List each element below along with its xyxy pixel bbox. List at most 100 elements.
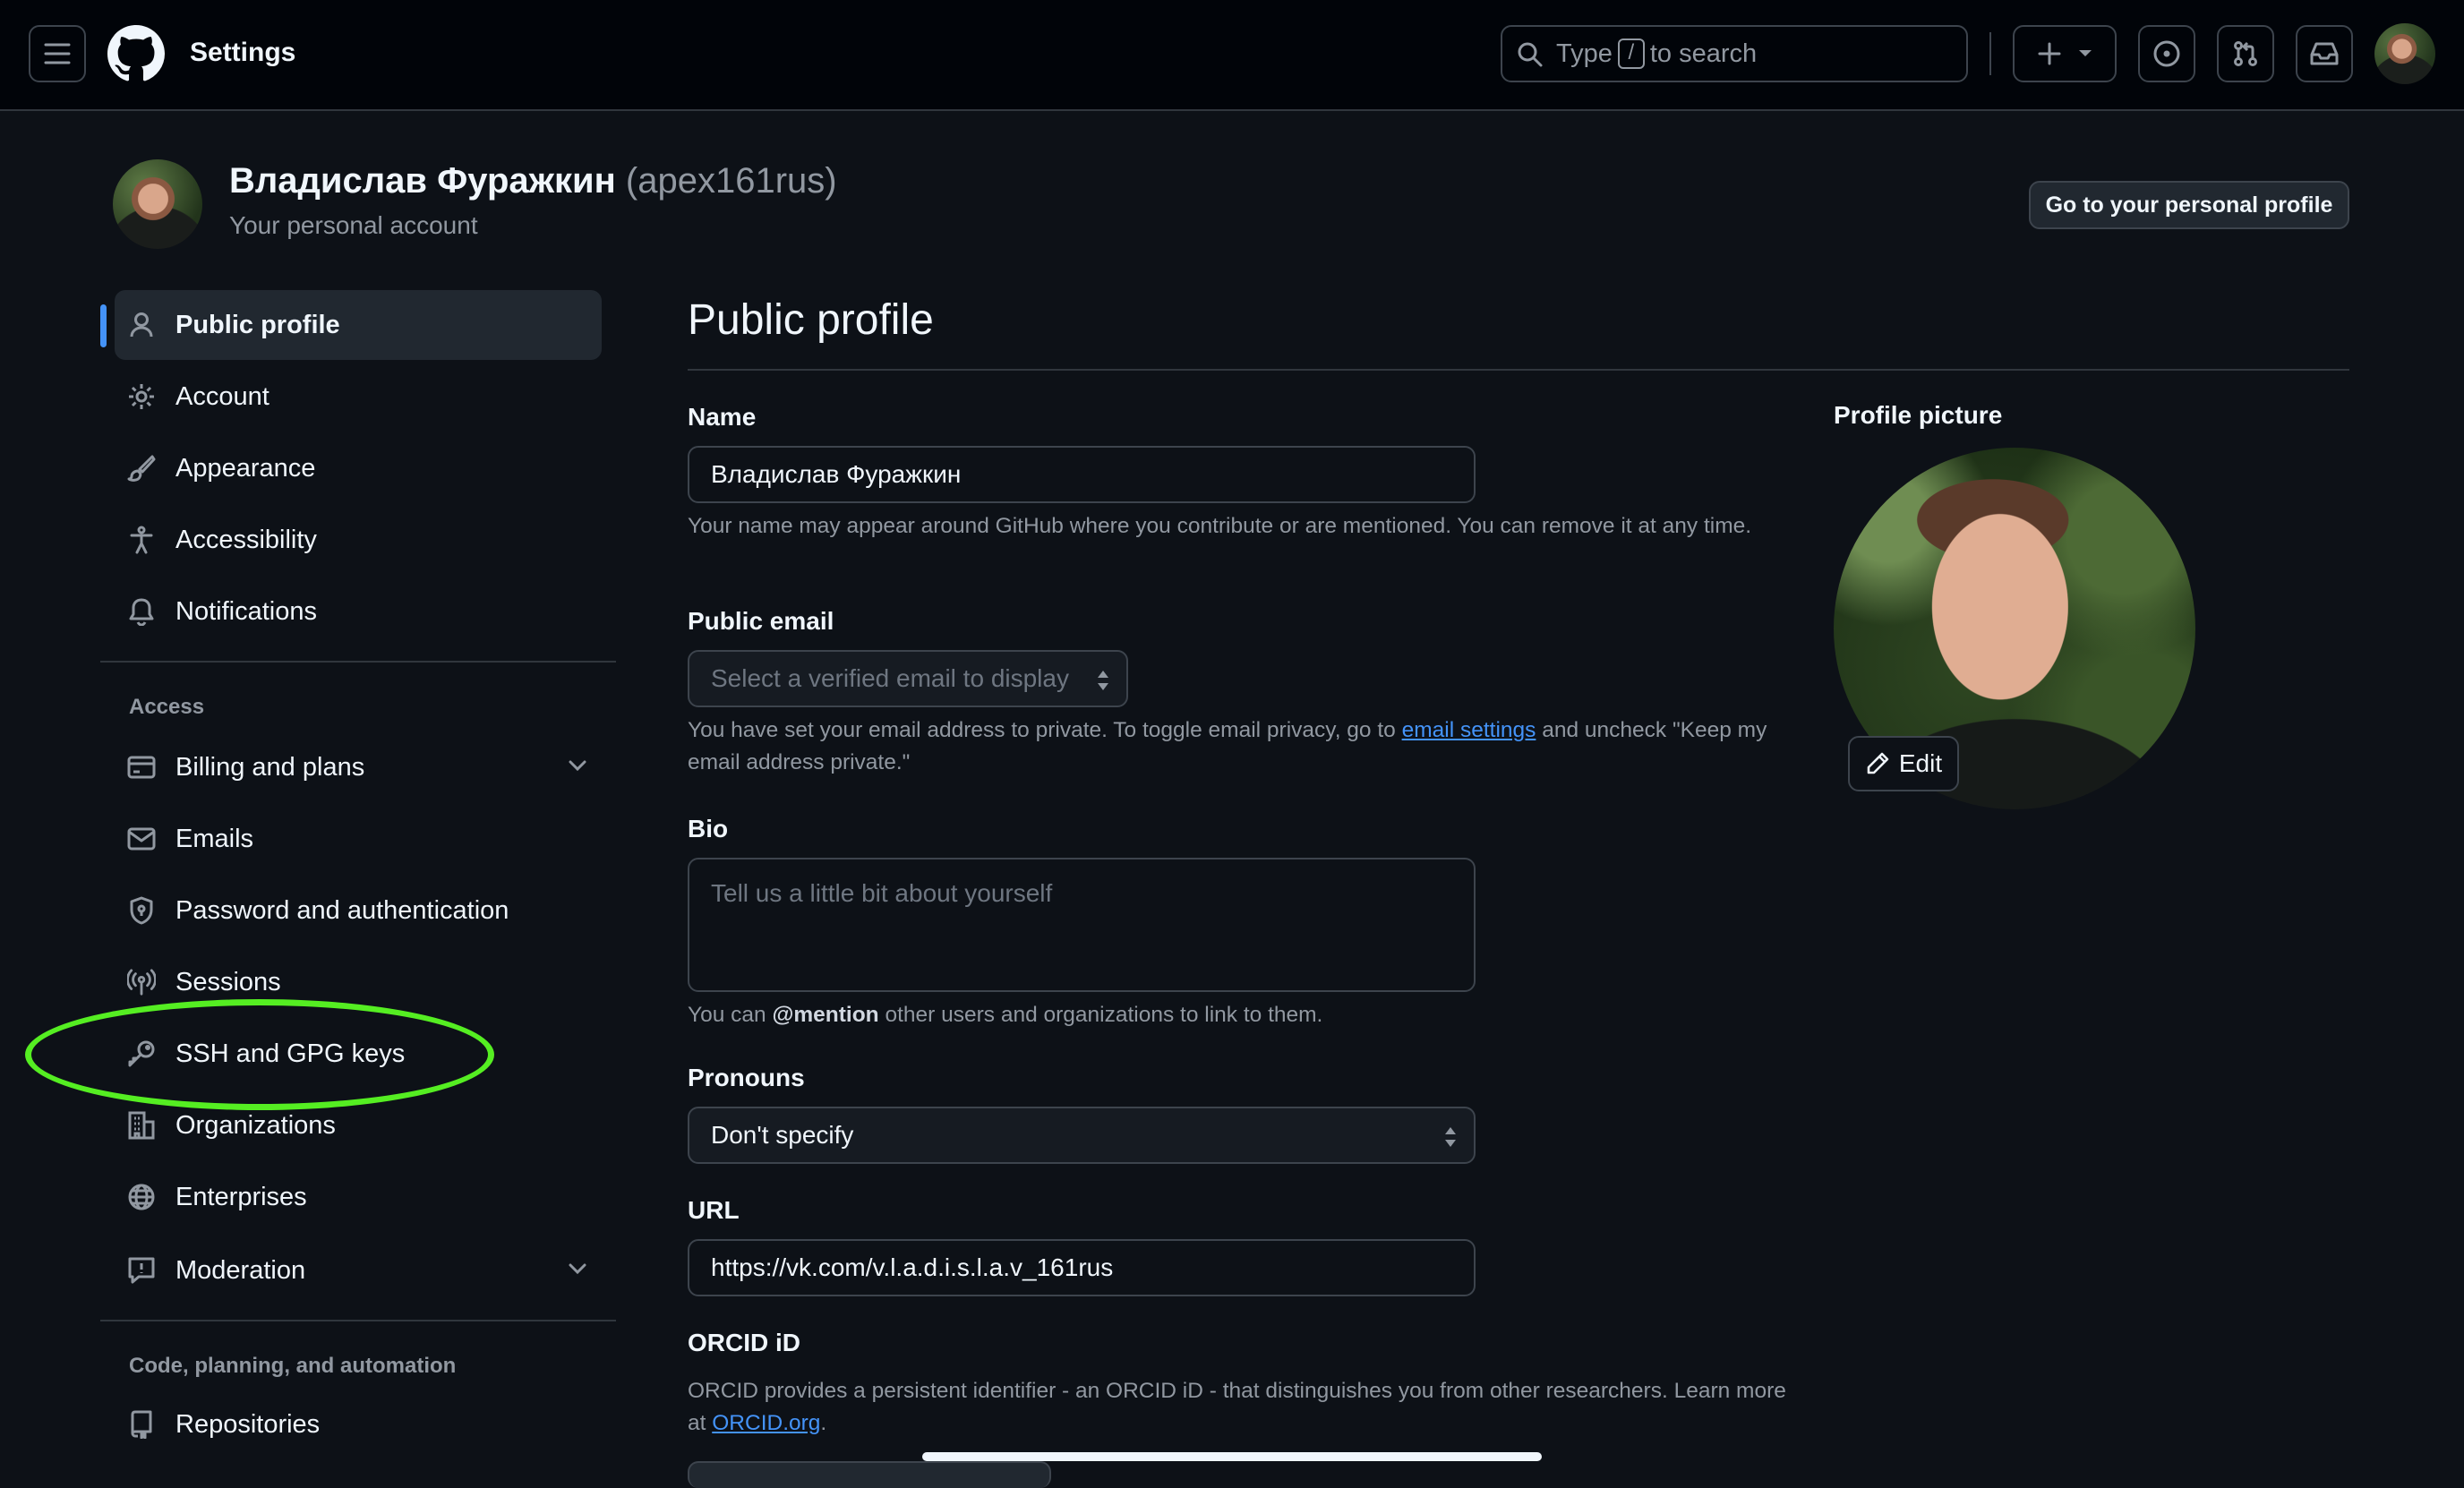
profile-picture-label: Profile picture: [1834, 401, 2003, 429]
organization-icon: [127, 1111, 156, 1140]
shield-lock-icon: [127, 896, 156, 925]
sidebar-group-code: Code, planning, and automation: [129, 1354, 457, 1378]
title-divider: [688, 369, 2349, 371]
sidebar-item-public-profile[interactable]: Public profile: [115, 290, 602, 360]
sidebar-item-label: Enterprises: [175, 1182, 307, 1211]
page-title: Public profile: [688, 296, 934, 344]
broadcast-icon: [127, 968, 156, 996]
search-suffix: to search: [1649, 38, 1758, 68]
sidebar-item-moderation[interactable]: Moderation: [115, 1236, 602, 1305]
paintbrush-icon: [127, 454, 156, 483]
github-logo-icon[interactable]: [107, 25, 165, 82]
orcid-connect-button[interactable]: [688, 1461, 1051, 1488]
public-email-select[interactable]: Select a verified email to display: [688, 650, 1128, 707]
sidebar-item-enterprises[interactable]: Enterprises: [115, 1162, 602, 1232]
sidebar-item-label: Accessibility: [175, 525, 317, 554]
account-subtitle: Your personal account: [229, 211, 478, 239]
repo-icon: [127, 1410, 156, 1439]
search-icon: [1517, 41, 1544, 68]
sidebar-item-label: Repositories: [175, 1409, 321, 1439]
sidebar-item-label: Public profile: [175, 310, 340, 339]
edit-profile-picture-button[interactable]: Edit: [1848, 736, 1959, 791]
sidebar-item-accessibility[interactable]: Accessibility: [115, 505, 602, 575]
caret-down-icon: [2078, 49, 2092, 58]
git-pull-request-icon: [2231, 39, 2260, 68]
header-title[interactable]: Settings: [190, 38, 295, 68]
gear-icon: [127, 382, 156, 411]
sidebar-item-label: Notifications: [175, 596, 317, 626]
name-input[interactable]: Владислав Фуражкин: [688, 446, 1476, 503]
sidebar-divider: [100, 1320, 616, 1321]
bio-textarea[interactable]: Tell us a little bit about yourself: [688, 858, 1476, 992]
highlight-annotation: [25, 999, 494, 1110]
orcid-link[interactable]: ORCID.org: [712, 1411, 820, 1435]
orcid-hint: ORCID provides a persistent identifier -…: [688, 1375, 1789, 1440]
public-email-hint: You have set your email address to priva…: [688, 714, 1789, 779]
pencil-icon: [1865, 751, 1890, 776]
url-input[interactable]: https://vk.com/v.l.a.d.i.s.l.a.v_161rus: [688, 1239, 1476, 1296]
credit-card-icon: [127, 753, 156, 782]
plus-icon: [2037, 41, 2062, 66]
sidebar-group-access: Access: [129, 695, 205, 719]
chevron-down-icon[interactable]: [566, 1257, 589, 1280]
bio-hint-mention: @mention: [772, 1003, 879, 1027]
sidebar-item-label: Sessions: [175, 967, 281, 996]
sidebar-item-label: Password and authentication: [175, 895, 509, 925]
header-divider: [1989, 32, 1991, 75]
sidebar-item-emails[interactable]: Emails: [115, 804, 602, 874]
public-email-label: Public email: [688, 607, 834, 635]
bio-hint: You can @mention other users and organiz…: [688, 999, 1789, 1031]
account-avatar[interactable]: [113, 159, 202, 249]
globe-icon: [127, 1183, 156, 1211]
accessibility-icon: [127, 526, 156, 554]
orcid-hint-period: .: [820, 1411, 827, 1435]
home-indicator: [922, 1452, 1542, 1461]
menu-button[interactable]: [29, 25, 86, 82]
top-header: Settings Type / to search: [0, 0, 2464, 111]
inbox-button[interactable]: [2296, 25, 2353, 82]
sidebar-divider: [100, 661, 616, 663]
chevron-down-icon[interactable]: [566, 754, 589, 777]
sidebar-item-account[interactable]: Account: [115, 362, 602, 432]
issues-button[interactable]: [2138, 25, 2195, 82]
sidebar-item-billing[interactable]: Billing and plans: [115, 732, 602, 802]
sidebar-item-notifications[interactable]: Notifications: [115, 577, 602, 646]
report-icon: [127, 1256, 156, 1285]
sidebar-item-password[interactable]: Password and authentication: [115, 876, 602, 945]
sidebar-item-label: Moderation: [175, 1255, 306, 1285]
hamburger-icon: [44, 42, 71, 65]
account-name[interactable]: Владислав Фуражкин: [229, 161, 616, 201]
sidebar-item-label: Billing and plans: [175, 752, 365, 782]
create-new-button[interactable]: [2013, 25, 2117, 82]
bio-hint-text: You can: [688, 1003, 766, 1027]
pronouns-select[interactable]: Don't specify: [688, 1107, 1476, 1164]
select-arrows-icon: [1443, 1125, 1458, 1150]
bio-hint-text-end: other users and organizations to link to…: [885, 1003, 1323, 1027]
select-arrows-icon: [1096, 668, 1110, 693]
pull-requests-button[interactable]: [2217, 25, 2274, 82]
pronouns-value: Don't specify: [711, 1121, 854, 1149]
search-input[interactable]: Type / to search: [1501, 25, 1968, 82]
sidebar-item-label: Organizations: [175, 1110, 336, 1140]
personal-profile-button[interactable]: Go to your personal profile: [2029, 181, 2349, 229]
sidebar-item-repositories[interactable]: Repositories: [115, 1390, 602, 1459]
email-settings-link[interactable]: email settings: [1402, 718, 1536, 742]
bio-label: Bio: [688, 815, 729, 842]
user-avatar[interactable]: [2374, 23, 2435, 84]
issue-opened-icon: [2152, 39, 2181, 68]
account-handle: (apex161rus): [625, 161, 837, 201]
search-prefix: Type: [1556, 38, 1613, 68]
sidebar-item-label: Appearance: [175, 453, 316, 483]
name-hint: Your name may appear around GitHub where…: [688, 514, 1752, 538]
public-email-placeholder: Select a verified email to display: [711, 664, 1069, 692]
search-shortcut-key: /: [1617, 38, 1645, 69]
orcid-hint-text: ORCID provides a persistent identifier -…: [688, 1379, 1786, 1435]
sidebar-item-appearance[interactable]: Appearance: [115, 433, 602, 503]
inbox-icon: [2309, 40, 2340, 67]
pronouns-label: Pronouns: [688, 1064, 805, 1091]
name-label: Name: [688, 403, 757, 431]
bell-icon: [127, 597, 156, 626]
sidebar-item-label: Emails: [175, 824, 254, 853]
edit-label: Edit: [1898, 749, 1943, 777]
person-icon: [127, 311, 156, 339]
